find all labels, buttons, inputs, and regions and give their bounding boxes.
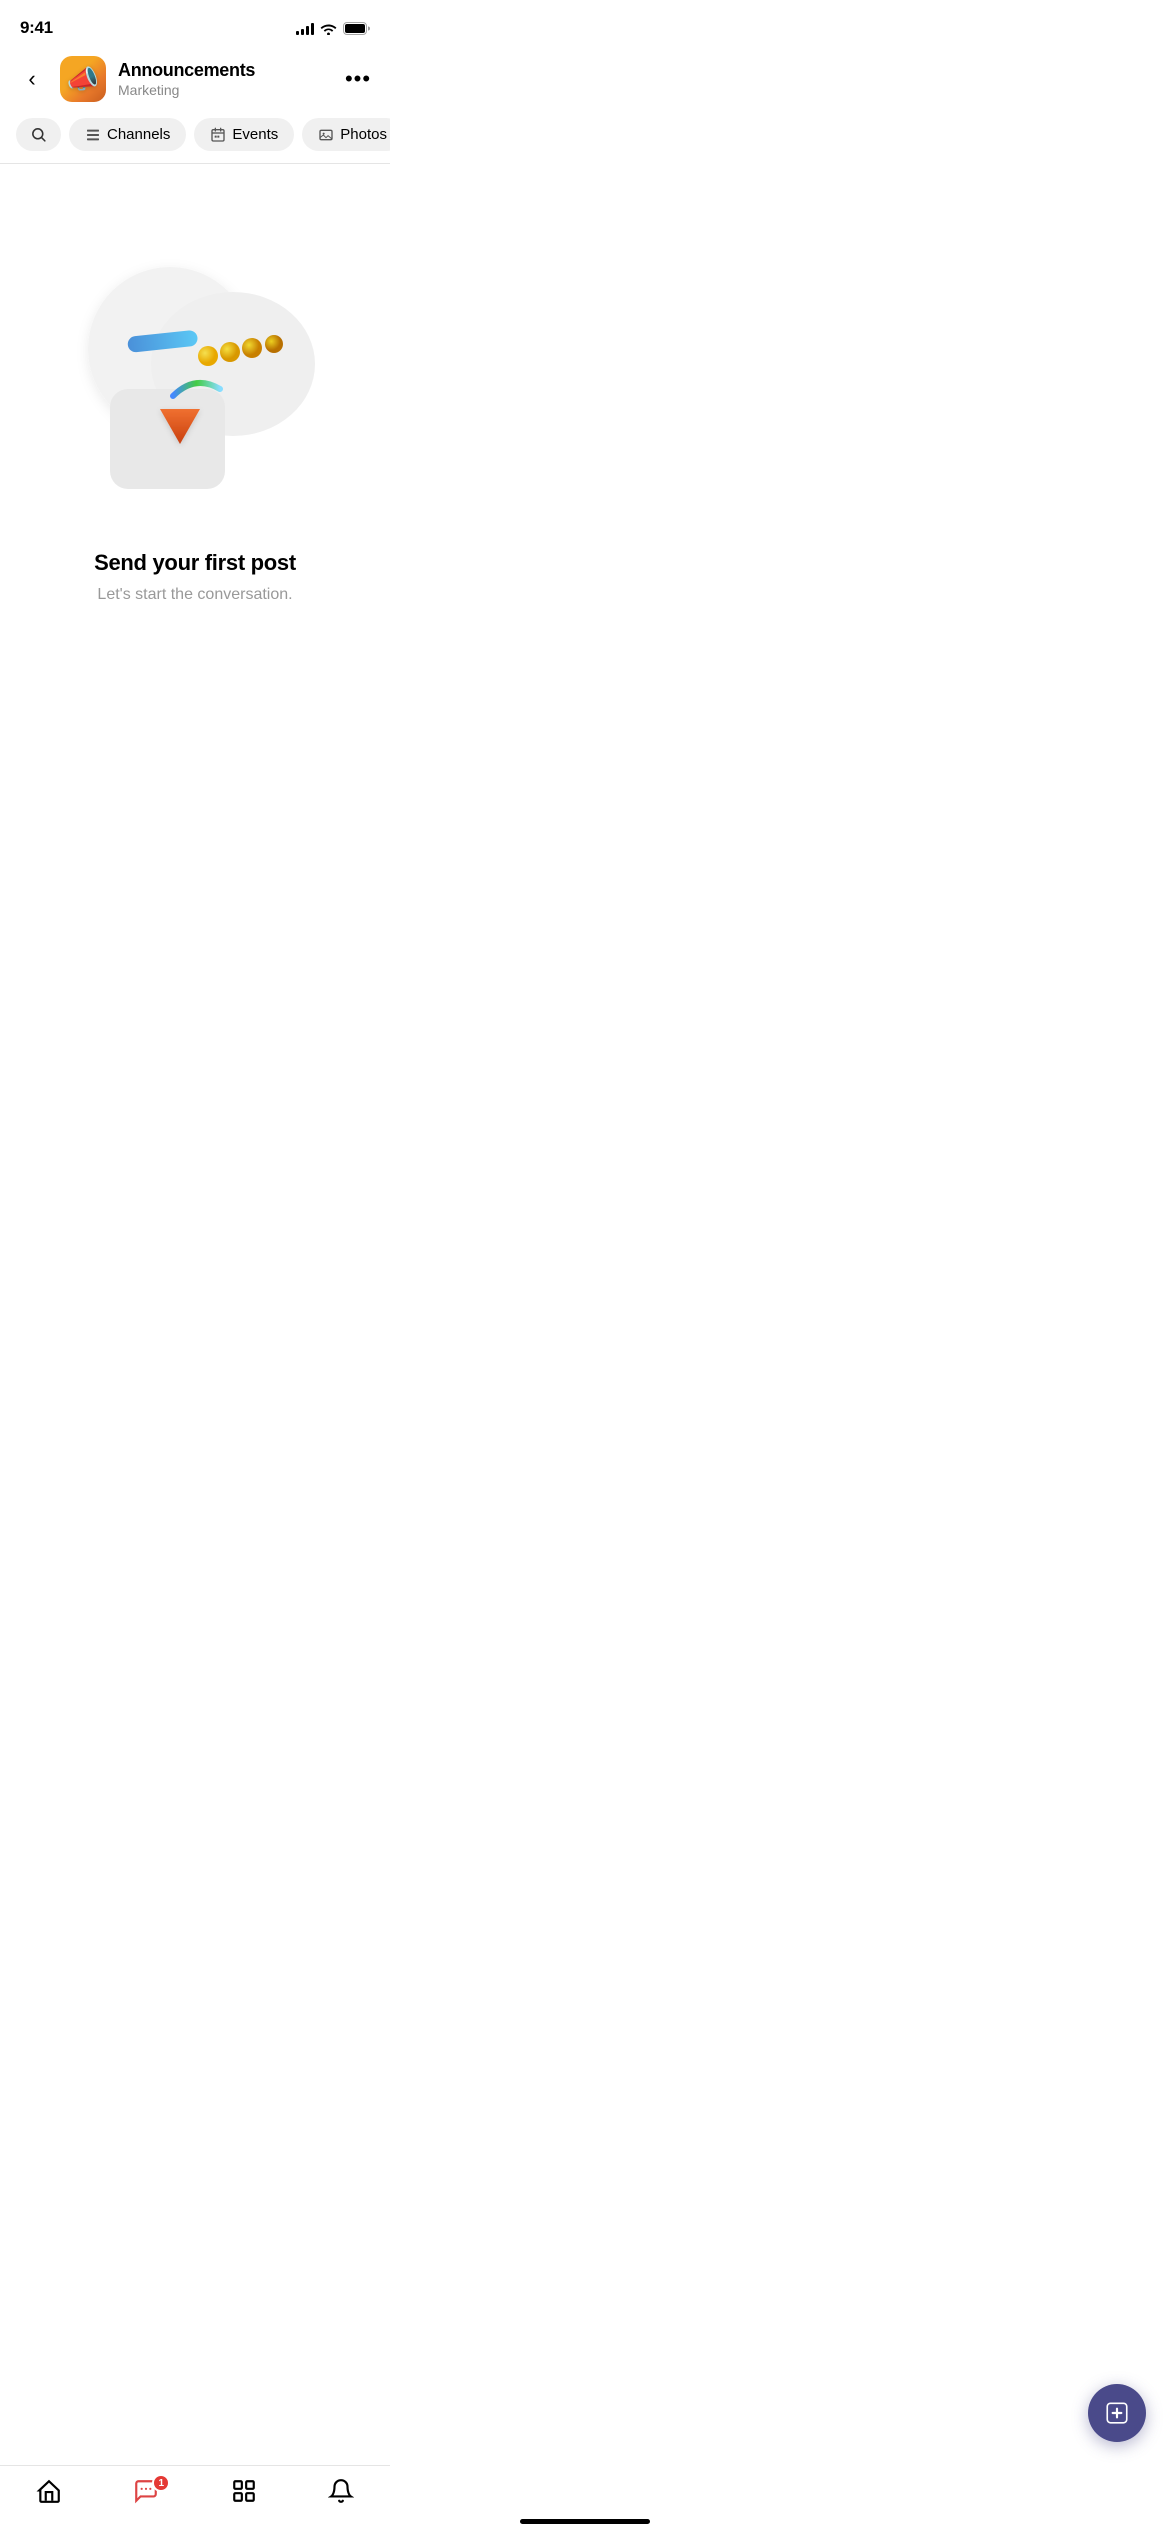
signal-bars-icon [296, 22, 314, 35]
nav-grid[interactable] [214, 2478, 274, 2504]
more-button[interactable]: ••• [342, 63, 374, 95]
channels-icon [85, 127, 101, 143]
channel-subtitle: Marketing [118, 82, 330, 98]
nav-home[interactable] [19, 2478, 79, 2504]
photos-tab[interactable]: Photos [302, 118, 390, 151]
channel-title: Announcements [118, 60, 330, 81]
empty-state-illustration [55, 234, 335, 514]
bell-icon [328, 2478, 354, 2504]
back-button[interactable]: ‹ [16, 63, 48, 95]
compose-icon [1104, 2400, 1130, 2426]
grid-icon [231, 2478, 257, 2504]
header: ‹ 📣 Announcements Marketing ••• [0, 48, 390, 112]
events-tab[interactable]: Events [194, 118, 294, 151]
megaphone-icon: 📣 [67, 64, 99, 95]
status-icons [296, 22, 370, 35]
events-tab-label: Events [232, 126, 278, 143]
search-tab[interactable] [16, 118, 61, 151]
channels-tab-label: Channels [107, 126, 170, 143]
status-bar: 9:41 [0, 0, 390, 48]
messages-badge: 1 [152, 2474, 170, 2492]
header-divider [0, 163, 390, 164]
photos-icon [318, 127, 334, 143]
back-chevron-icon: ‹ [28, 68, 35, 90]
nav-messages[interactable]: 1 [116, 2478, 176, 2504]
filter-tabs: Channels Events Photos [0, 112, 390, 163]
channel-avatar: 📣 [60, 56, 106, 102]
bottom-nav: 1 [0, 2465, 390, 2532]
nav-notifications[interactable] [311, 2478, 371, 2504]
wifi-icon [320, 22, 337, 35]
search-icon [30, 126, 47, 143]
main-content: Send your first post Let's start the con… [0, 194, 390, 644]
home-indicator [520, 2519, 650, 2524]
battery-icon [343, 22, 370, 35]
header-text: Announcements Marketing [118, 60, 330, 98]
photos-tab-label: Photos [340, 126, 387, 143]
more-icon: ••• [345, 68, 371, 90]
channels-tab[interactable]: Channels [69, 118, 186, 151]
home-icon [36, 2478, 62, 2504]
compose-fab-button[interactable] [1088, 2384, 1146, 2442]
empty-state-title: Send your first post [94, 550, 296, 576]
status-time: 9:41 [20, 18, 53, 38]
empty-state-subtitle: Let's start the conversation. [97, 586, 292, 604]
events-icon [210, 127, 226, 143]
illustration-svg [55, 234, 335, 514]
